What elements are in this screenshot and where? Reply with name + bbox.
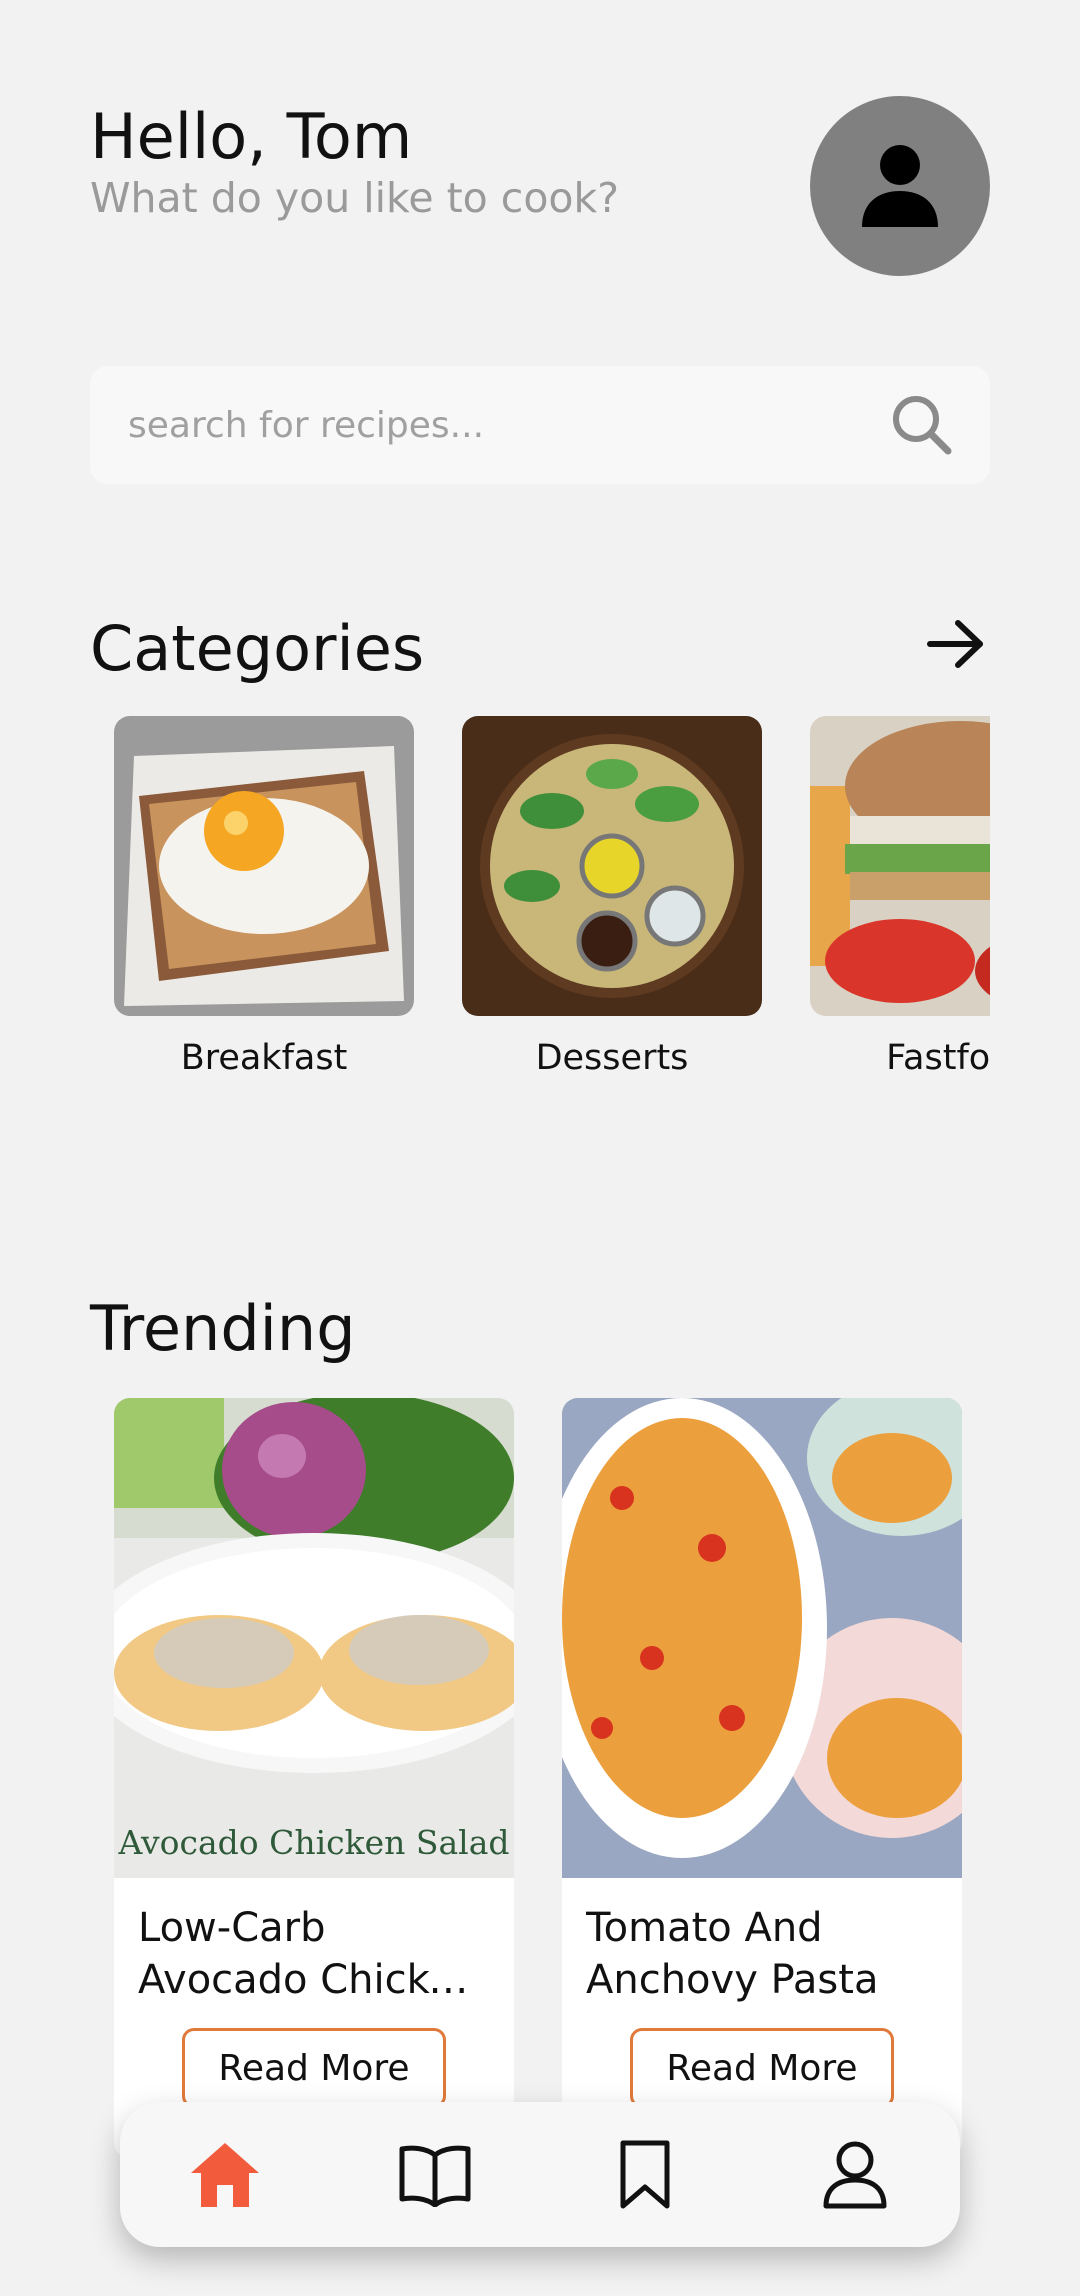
category-breakfast[interactable]: Breakfast <box>114 716 414 1078</box>
categories-title: Categories <box>90 612 425 685</box>
category-image-fastfood <box>810 716 990 1016</box>
greeting: Hello, Tom What do you like to cook? <box>90 100 619 224</box>
search-bar[interactable] <box>90 366 990 484</box>
nav-saved[interactable] <box>595 2125 695 2225</box>
book-icon <box>399 2145 471 2207</box>
nav-recipes[interactable] <box>385 2125 485 2225</box>
category-list[interactable]: Breakfast Desserts Fastfo <box>114 716 990 1086</box>
category-label: Desserts <box>535 1038 689 1078</box>
nav-home[interactable] <box>175 2125 275 2225</box>
category-image-breakfast <box>114 716 414 1016</box>
greeting-title: Hello, Tom <box>90 100 413 173</box>
category-label: Fastfood <box>886 1038 990 1078</box>
recipe-image <box>562 1398 962 1878</box>
arrow-right-icon[interactable] <box>926 618 986 670</box>
nav-profile[interactable] <box>805 2125 905 2225</box>
trending-card[interactable]: Tomato And Anchovy Pasta Read More <box>562 1398 962 2158</box>
recipe-title: Low-Carb Avocado Chicken Salad <box>138 1905 479 2003</box>
greeting-subtitle: What do you like to cook? <box>90 174 619 223</box>
recipe-image: Avocado Chicken Salad <box>114 1398 514 1878</box>
category-image-desserts <box>462 716 762 1016</box>
search-input[interactable] <box>126 403 890 447</box>
read-more-button[interactable]: Read More <box>182 2028 446 2108</box>
avatar[interactable] <box>810 96 990 276</box>
trending-title: Trending <box>90 1292 356 1365</box>
bookmark-icon <box>620 2140 670 2208</box>
profile-icon <box>823 2141 887 2208</box>
user-icon <box>862 145 938 227</box>
home-icon <box>191 2142 259 2207</box>
category-fastfood[interactable]: Fastfood <box>810 716 990 1078</box>
category-label: Breakfast <box>180 1038 348 1078</box>
recipe-title: Tomato And Anchovy Pasta <box>586 1905 879 2003</box>
read-more-button[interactable]: Read More <box>630 2028 894 2108</box>
image-caption: Avocado Chicken Salad <box>118 1823 510 1862</box>
search-icon[interactable] <box>890 393 954 457</box>
category-desserts[interactable]: Desserts <box>462 716 762 1078</box>
trending-card[interactable]: Avocado Chicken Salad Low-Carb Avocado C… <box>114 1398 514 2158</box>
bottom-navigation <box>120 2102 960 2247</box>
